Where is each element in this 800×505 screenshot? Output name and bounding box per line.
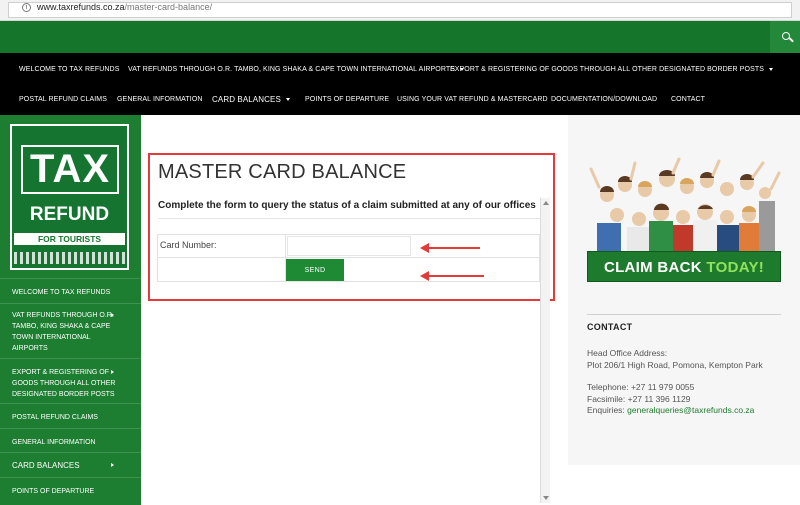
nav-item-general-info[interactable]: GENERAL INFORMATION [117, 96, 203, 103]
main-nav: WELCOME TO TAX REFUNDS VAT REFUNDS THROU… [0, 53, 800, 115]
send-button[interactable]: SEND [286, 259, 344, 281]
logo-tourists-text: FOR TOURISTS [37, 234, 102, 244]
nav-item-contact[interactable]: CONTACT [671, 96, 705, 103]
divider [158, 218, 540, 219]
form-row-divider [157, 257, 540, 258]
caret-down-icon [769, 67, 773, 71]
sidebar-item-points-of-departure[interactable]: POINTS OF DEPARTURE [0, 477, 141, 505]
sidebar-item-label: WELCOME TO TAX REFUNDS [12, 289, 111, 296]
enquiries-email-link[interactable]: generalqueries@taxrefunds.co.za [627, 405, 754, 415]
sidebar-item-postal-refund[interactable]: POSTAL REFUND CLAIMS [0, 403, 141, 428]
info-icon[interactable]: i [22, 3, 31, 12]
sidebar-item-card-balances[interactable]: CARD BALANCES [0, 452, 141, 477]
nav-item-export-border-posts[interactable]: EXPORT & REGISTERING OF GOODS THROUGH AL… [450, 66, 773, 73]
logo-pattern [14, 252, 125, 264]
nav-item-using-vat-refund[interactable]: USING YOUR VAT REFUND & MASTERCARD [397, 96, 548, 103]
sidebar-item-general-info[interactable]: GENERAL INFORMATION [0, 428, 141, 452]
scroll-up-icon[interactable] [543, 201, 549, 205]
browser-address-bar: i www.taxrefunds.co.za/master-card-balan… [0, 0, 800, 21]
nav-item-points-of-departure[interactable]: POINTS OF DEPARTURE [305, 96, 389, 103]
enquiries: Enquiries: generalqueries@taxrefunds.co.… [587, 405, 755, 415]
logo-refund-text: REFUND [29, 204, 110, 225]
page-title: MASTER CARD BALANCE [158, 161, 407, 183]
header-strip [0, 21, 800, 53]
head-office-address: Plot 206/1 High Road, Pomona, Kempton Pa… [587, 360, 763, 370]
sidebar-item-label: POSTAL REFUND CLAIMS [12, 414, 98, 421]
scroll-down-icon[interactable] [543, 496, 549, 500]
annotation-arrow [420, 271, 484, 281]
crowd-illustration [589, 157, 781, 253]
content-scrollbar[interactable] [540, 198, 550, 503]
form-description: Complete the form to query the status of… [158, 200, 536, 211]
sidebar-item-welcome[interactable]: WELCOME TO TAX REFUNDS [0, 278, 141, 303]
claim-back-text[interactable]: CLAIM BACK TODAY! [587, 259, 781, 276]
chevron-right-icon [111, 313, 114, 317]
card-number-input[interactable] [287, 236, 411, 256]
caret-down-icon [285, 98, 290, 102]
nav-item-card-balances[interactable]: CARD BALANCES [212, 95, 290, 104]
sidebar-item-export-border-posts[interactable]: EXPORT & REGISTERING OF GOODS THROUGH AL… [0, 358, 141, 403]
url-text[interactable]: www.taxrefunds.co.za/master-card-balance… [37, 2, 212, 12]
sidebar-item-label: GENERAL INFORMATION [12, 439, 96, 446]
contact-heading: CONTACT [587, 322, 633, 332]
card-number-label: Card Number: [160, 240, 217, 250]
facsimile: Facsimile: +27 11 396 1129 [587, 394, 691, 404]
telephone: Telephone: +27 11 979 0055 [587, 382, 695, 392]
left-sidebar: TAX REFUND FOR TOURISTS WELCOME TO TAX R… [0, 115, 141, 505]
sidebar-item-label: EXPORT & REGISTERING OF GOODS THROUGH AL… [12, 369, 116, 398]
sidebar-item-vat-refunds-airports[interactable]: VAT REFUNDS THROUGH O.R. TAMBO, KING SHA… [0, 303, 141, 358]
sidebar-item-label: POINTS OF DEPARTURE [12, 488, 95, 495]
contact-divider [587, 314, 781, 315]
promo-crowd-image[interactable] [587, 157, 781, 253]
nav-item-documentation[interactable]: DOCUMENTATION/DOWNLOAD [551, 96, 657, 103]
sidebar-item-label: VAT REFUNDS THROUGH O.R. TAMBO, KING SHA… [12, 312, 114, 352]
sidebar-item-label: CARD BALANCES [12, 461, 80, 470]
nav-item-vat-refunds-airports[interactable]: VAT REFUNDS THROUGH O.R. TAMBO, KING SHA… [128, 66, 465, 73]
logo-tax-box: TAX [21, 145, 119, 194]
tax-refund-logo[interactable]: TAX REFUND FOR TOURISTS [10, 124, 129, 270]
head-office-label: Head Office Address: [587, 348, 668, 358]
chevron-right-icon [111, 463, 114, 467]
nav-item-postal-refund[interactable]: POSTAL REFUND CLAIMS [19, 96, 107, 103]
logo-tax-text: TAX [29, 147, 111, 191]
annotation-arrow [420, 243, 480, 253]
search-icon[interactable] [782, 32, 790, 40]
nav-item-welcome[interactable]: WELCOME TO TAX REFUNDS [19, 66, 119, 73]
chevron-right-icon [111, 370, 114, 374]
